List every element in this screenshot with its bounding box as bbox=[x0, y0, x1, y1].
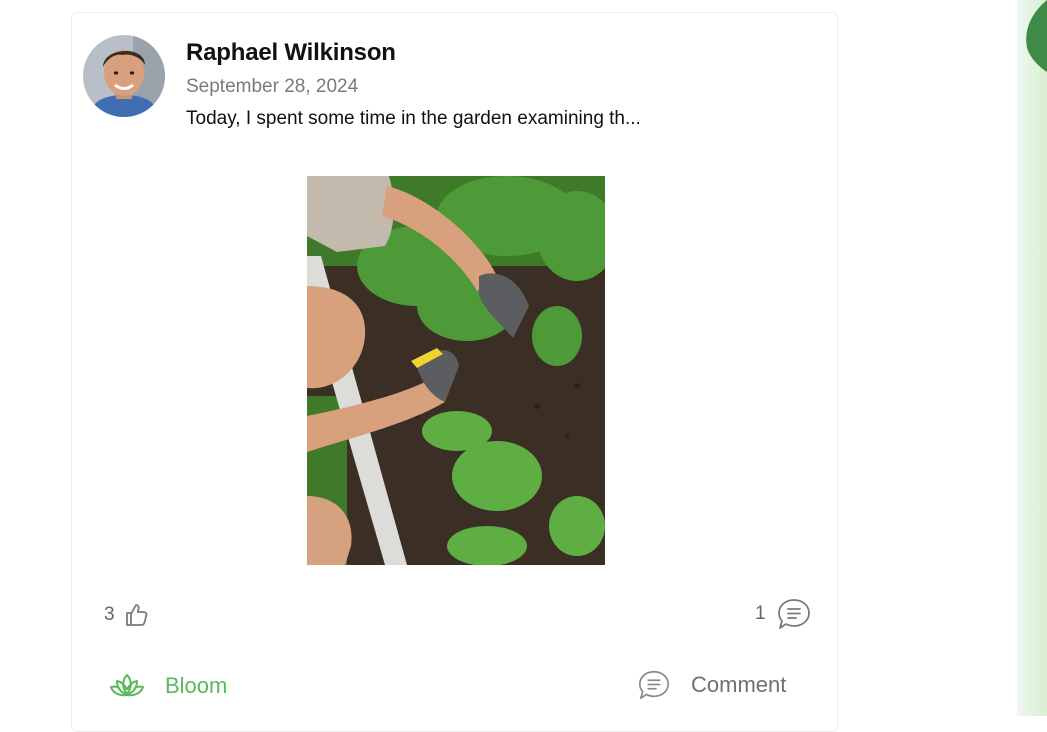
right-panel-edge bbox=[1017, 0, 1047, 716]
post-card: Raphael Wilkinson September 28, 2024 Tod… bbox=[71, 12, 838, 732]
avatar-photo bbox=[83, 35, 165, 117]
likes-count: 3 bbox=[104, 604, 115, 625]
post-image[interactable] bbox=[307, 176, 605, 565]
comments-count: 1 bbox=[755, 603, 766, 624]
comment-button[interactable]: Comment bbox=[637, 665, 786, 705]
bloom-button[interactable]: Bloom bbox=[109, 668, 227, 704]
lotus-icon bbox=[110, 674, 144, 697]
leaf-decoration-icon bbox=[1026, 0, 1047, 72]
comment-bubble-icon bbox=[777, 599, 810, 629]
post-text[interactable]: Today, I spent some time in the garden e… bbox=[186, 108, 641, 130]
comments-summary[interactable]: 1 bbox=[755, 597, 812, 631]
garden-photo bbox=[307, 176, 605, 565]
comment-icon bbox=[638, 670, 670, 700]
likes-summary[interactable]: 3 bbox=[104, 600, 149, 630]
bloom-label: Bloom bbox=[165, 673, 228, 698]
post-date: September 28, 2024 bbox=[186, 76, 359, 97]
thumbs-up-icon bbox=[125, 604, 147, 626]
avatar[interactable] bbox=[83, 35, 165, 117]
author-name[interactable]: Raphael Wilkinson bbox=[186, 39, 396, 67]
comment-label: Comment bbox=[691, 672, 787, 697]
